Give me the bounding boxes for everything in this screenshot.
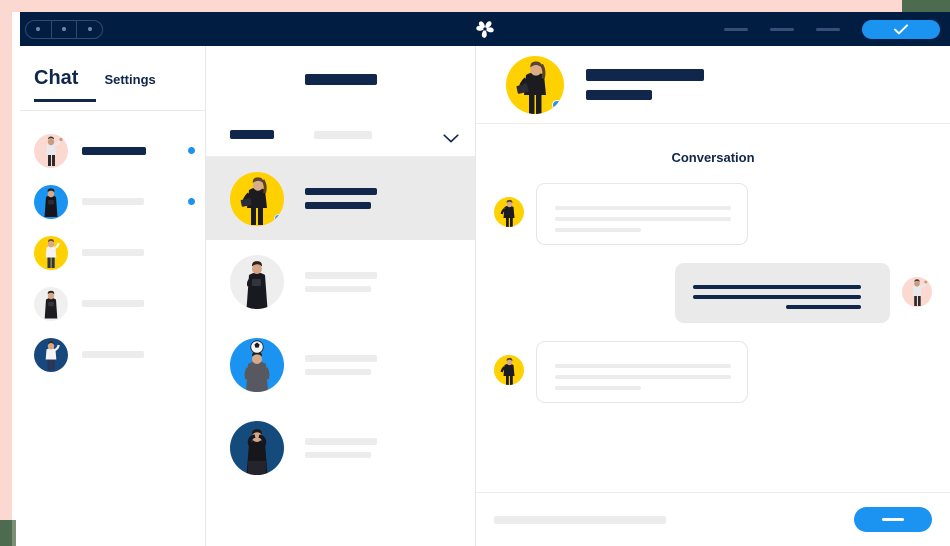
send-dash-icon: [882, 518, 904, 521]
avatar: [494, 355, 524, 385]
avatar: [34, 235, 68, 270]
message-composer: [476, 492, 950, 546]
conversation-preview: [305, 354, 455, 375]
window-control-maximize[interactable]: [52, 20, 78, 38]
nav-placeholder-3[interactable]: [816, 27, 840, 31]
unread-placeholder: [188, 351, 195, 358]
conversation-preview: [305, 188, 455, 209]
avatar: [230, 254, 284, 309]
tab-chat[interactable]: Chat: [34, 68, 78, 88]
frame-edge-bottomleft-green: [0, 520, 12, 546]
outer-frame: Chat Settings Conversation: [0, 0, 950, 546]
app-body: Chat Settings Conversation: [20, 46, 950, 546]
app-window: Chat Settings Conversation: [20, 12, 950, 546]
chat-contact-status: [586, 90, 652, 100]
message-bubble-outgoing: [675, 263, 890, 323]
avatar: [230, 420, 284, 475]
sidebar-contact-item[interactable]: [20, 329, 205, 380]
chat-contact-name: [586, 69, 704, 81]
chat-panel: Conversation: [476, 46, 950, 546]
send-button[interactable]: [854, 507, 932, 532]
list-title-placeholder: [304, 74, 377, 85]
conversation-item[interactable]: [206, 323, 475, 406]
pinwheel-logo-icon: [474, 18, 496, 40]
message-input[interactable]: [494, 515, 666, 524]
nav-placeholder-1[interactable]: [724, 27, 748, 31]
conversation-filter-row[interactable]: [206, 113, 475, 157]
topbar-confirm-button[interactable]: [862, 19, 940, 39]
conversation-preview: [305, 271, 455, 292]
frame-edge-topright-green: [902, 0, 950, 12]
dot-icon: [87, 27, 92, 31]
active-tab-indicator: [34, 99, 96, 102]
avatar: [230, 171, 284, 226]
unread-placeholder: [188, 249, 195, 256]
avatar: [902, 277, 932, 307]
avatar: [34, 184, 68, 219]
sidebar-tabs: Chat Settings: [20, 46, 205, 110]
filter-value-placeholder: [314, 130, 372, 139]
sidebar-contact-list: [20, 111, 205, 380]
top-bar-actions: [724, 19, 940, 39]
online-badge: [274, 213, 283, 223]
chat-contact-info: [586, 69, 704, 100]
dot-icon: [62, 27, 66, 31]
conversation-list-panel: [206, 46, 476, 546]
sidebar-contact-name: [82, 300, 188, 307]
chevron-down-icon[interactable]: [443, 130, 459, 143]
window-controls[interactable]: [25, 19, 103, 39]
unread-indicator: [188, 198, 195, 205]
sidebar-contact-name: [82, 198, 188, 205]
frame-edge-bottomleft-green-2: [12, 520, 16, 546]
conversation-item[interactable]: [206, 240, 475, 323]
sidebar-contact-name: [82, 351, 188, 358]
online-badge: [552, 99, 562, 110]
unread-indicator: [188, 147, 195, 154]
filter-label-placeholder: [230, 130, 274, 139]
dot-icon: [36, 27, 41, 31]
sidebar-contact-item[interactable]: [20, 176, 205, 227]
window-control-close[interactable]: [77, 21, 102, 38]
conversation-list-header: [206, 46, 475, 113]
sidebar: Chat Settings: [20, 46, 206, 546]
frame-edge-top-pink: [0, 0, 902, 12]
conversation-preview: [305, 437, 455, 458]
tab-settings[interactable]: Settings: [104, 73, 155, 86]
sidebar-contact-item[interactable]: [20, 227, 205, 278]
avatar: [506, 55, 564, 114]
avatar: [34, 286, 68, 321]
sidebar-contact-name: [82, 146, 188, 155]
avatar: [34, 337, 68, 372]
sidebar-contact-item[interactable]: [20, 125, 205, 176]
conversation-item[interactable]: [206, 406, 475, 489]
message-bubble-incoming: [536, 341, 748, 403]
avatar: [494, 197, 524, 227]
sidebar-contact-name: [82, 249, 188, 256]
message-row-incoming: [494, 183, 932, 245]
message-row-incoming: [494, 341, 932, 403]
avatar: [34, 133, 68, 168]
window-control-minimize[interactable]: [26, 20, 52, 38]
unread-placeholder: [188, 300, 195, 307]
avatar: [230, 337, 284, 392]
message-row-outgoing: [494, 263, 932, 323]
frame-edge-left-pink: [0, 0, 12, 520]
message-bubble-incoming: [536, 183, 748, 245]
chat-header: [476, 46, 950, 124]
nav-placeholder-2[interactable]: [770, 27, 794, 31]
top-bar: [20, 12, 950, 46]
conversation-heading: Conversation: [671, 150, 755, 165]
check-icon: [894, 23, 908, 34]
sidebar-contact-item[interactable]: [20, 278, 205, 329]
message-list: [476, 183, 950, 492]
conversation-item[interactable]: [206, 157, 475, 240]
